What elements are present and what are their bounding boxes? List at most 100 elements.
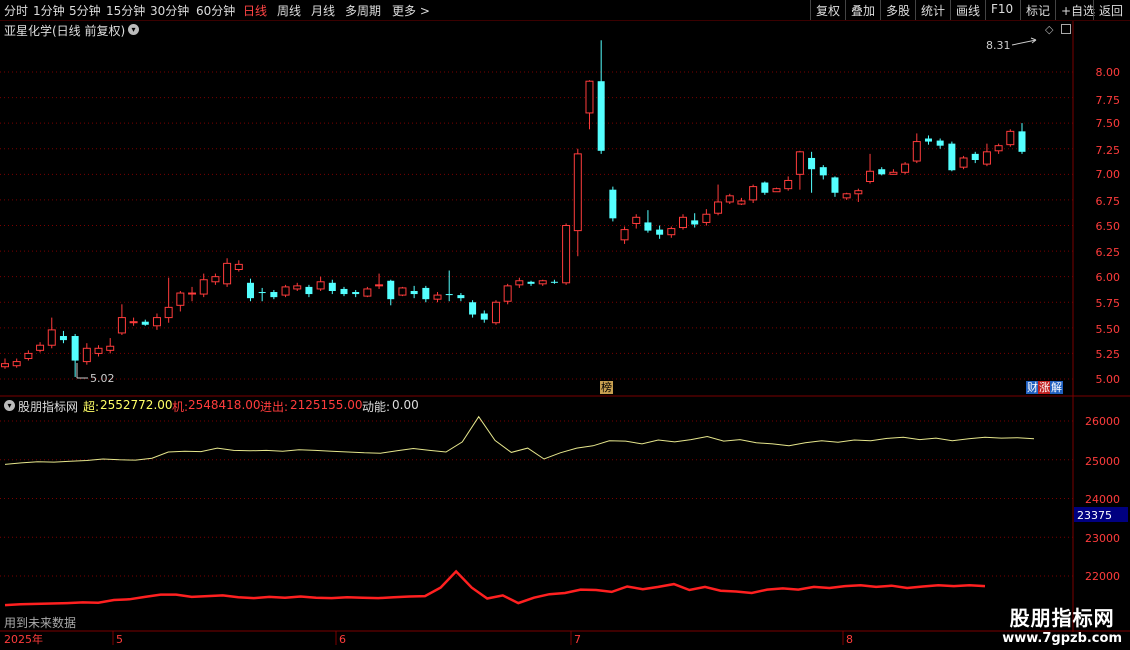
candle-body [188,292,197,295]
candle-body [679,216,687,229]
candle-body [714,201,723,214]
candle [1006,129,1015,147]
candle [842,192,851,200]
indicator-tick: 24000 [1085,493,1120,506]
candle [445,270,453,302]
candle [679,214,687,230]
chart-canvas: 8.00 7.75 7.50 7.25 7.00 6.75 6.50 6.25 … [0,21,1130,646]
candle-body [59,336,67,341]
candle-body [959,157,968,168]
indicator-name[interactable]: 股朋指标网 [18,398,78,415]
candle [971,151,979,164]
candle [71,333,79,377]
candle-body [340,288,348,295]
candle [480,310,488,323]
candle [808,151,816,193]
candle [270,289,278,300]
dragon-tiger-tag[interactable]: 榜 [600,381,613,394]
candle-body [293,285,302,290]
candle-body [281,286,290,296]
candle-body [12,361,21,367]
price-tick: 6.00 [1096,271,1121,284]
candle-body [644,222,652,231]
candle [749,184,758,203]
candle-body [410,290,418,295]
candle-body [258,292,266,294]
candle [795,150,804,190]
candlesticks [1,40,1026,377]
price-tick: 7.00 [1096,168,1121,181]
candle [866,153,875,184]
candle-body [936,140,944,146]
candle-body [878,169,886,175]
candle-body [573,153,582,232]
candle [889,169,898,175]
candle-body [620,229,629,241]
candle [457,293,465,302]
candle-body [842,193,851,199]
candle-body [47,329,56,346]
candle [761,181,769,195]
candle [538,279,547,286]
candle-body [632,216,641,224]
candle-body [106,345,115,351]
unlock-tag[interactable]: 解 [1050,381,1063,394]
candle [106,338,115,354]
candle-body [784,179,793,190]
high-price-label: 8.31 [986,39,1011,52]
candle [597,40,605,154]
logo-title: 股朋指标网 [1009,606,1115,630]
candle [305,284,313,298]
candle [47,317,56,349]
candle-body [1006,130,1015,146]
candle-body [363,288,372,297]
candle-body [982,151,991,165]
candle-body [270,292,278,298]
candle [234,260,243,272]
date-label: 5 [116,633,123,646]
candle-body [562,225,571,284]
date-label: 6 [339,633,346,646]
candle [515,277,524,288]
candle-body [352,292,360,295]
candle [644,210,652,233]
candle-body [538,280,547,285]
price-tick: 7.50 [1096,117,1121,130]
candle [656,225,664,239]
candle-body [912,141,921,162]
candle [422,285,430,303]
indicator-settings-icon[interactable]: ▾ [4,400,15,411]
candle [948,141,956,172]
candle-body [585,80,594,114]
candle [994,143,1003,154]
indicator-tick: 26000 [1085,415,1120,428]
candle [878,167,886,176]
price-tick: 7.25 [1096,144,1121,157]
candle [702,209,711,226]
candle-body [129,321,138,324]
price-tick: 6.25 [1096,246,1121,259]
yellow-indicator-line [4,415,1035,465]
candle [912,133,921,164]
candle [328,279,336,295]
indicator-axis-labels: 26000 25000 24000 23000 22000 [1085,415,1120,583]
candle [199,273,208,298]
candle-body [889,171,898,175]
candle [725,193,734,205]
candle-body [667,228,676,236]
candle-body [831,177,839,193]
candle [667,226,676,238]
candle-body [854,190,863,195]
candle-body [609,189,617,219]
candle-body [246,282,254,299]
candle [398,286,407,297]
candle-body [691,220,699,225]
candle-body [795,151,804,175]
candle-body [457,295,465,299]
candle [632,214,641,229]
candle [772,187,781,193]
price-tick: 5.75 [1096,297,1121,310]
ji-value: 2548418.00 [188,398,261,412]
candle-body [808,157,816,170]
candle [562,223,571,285]
